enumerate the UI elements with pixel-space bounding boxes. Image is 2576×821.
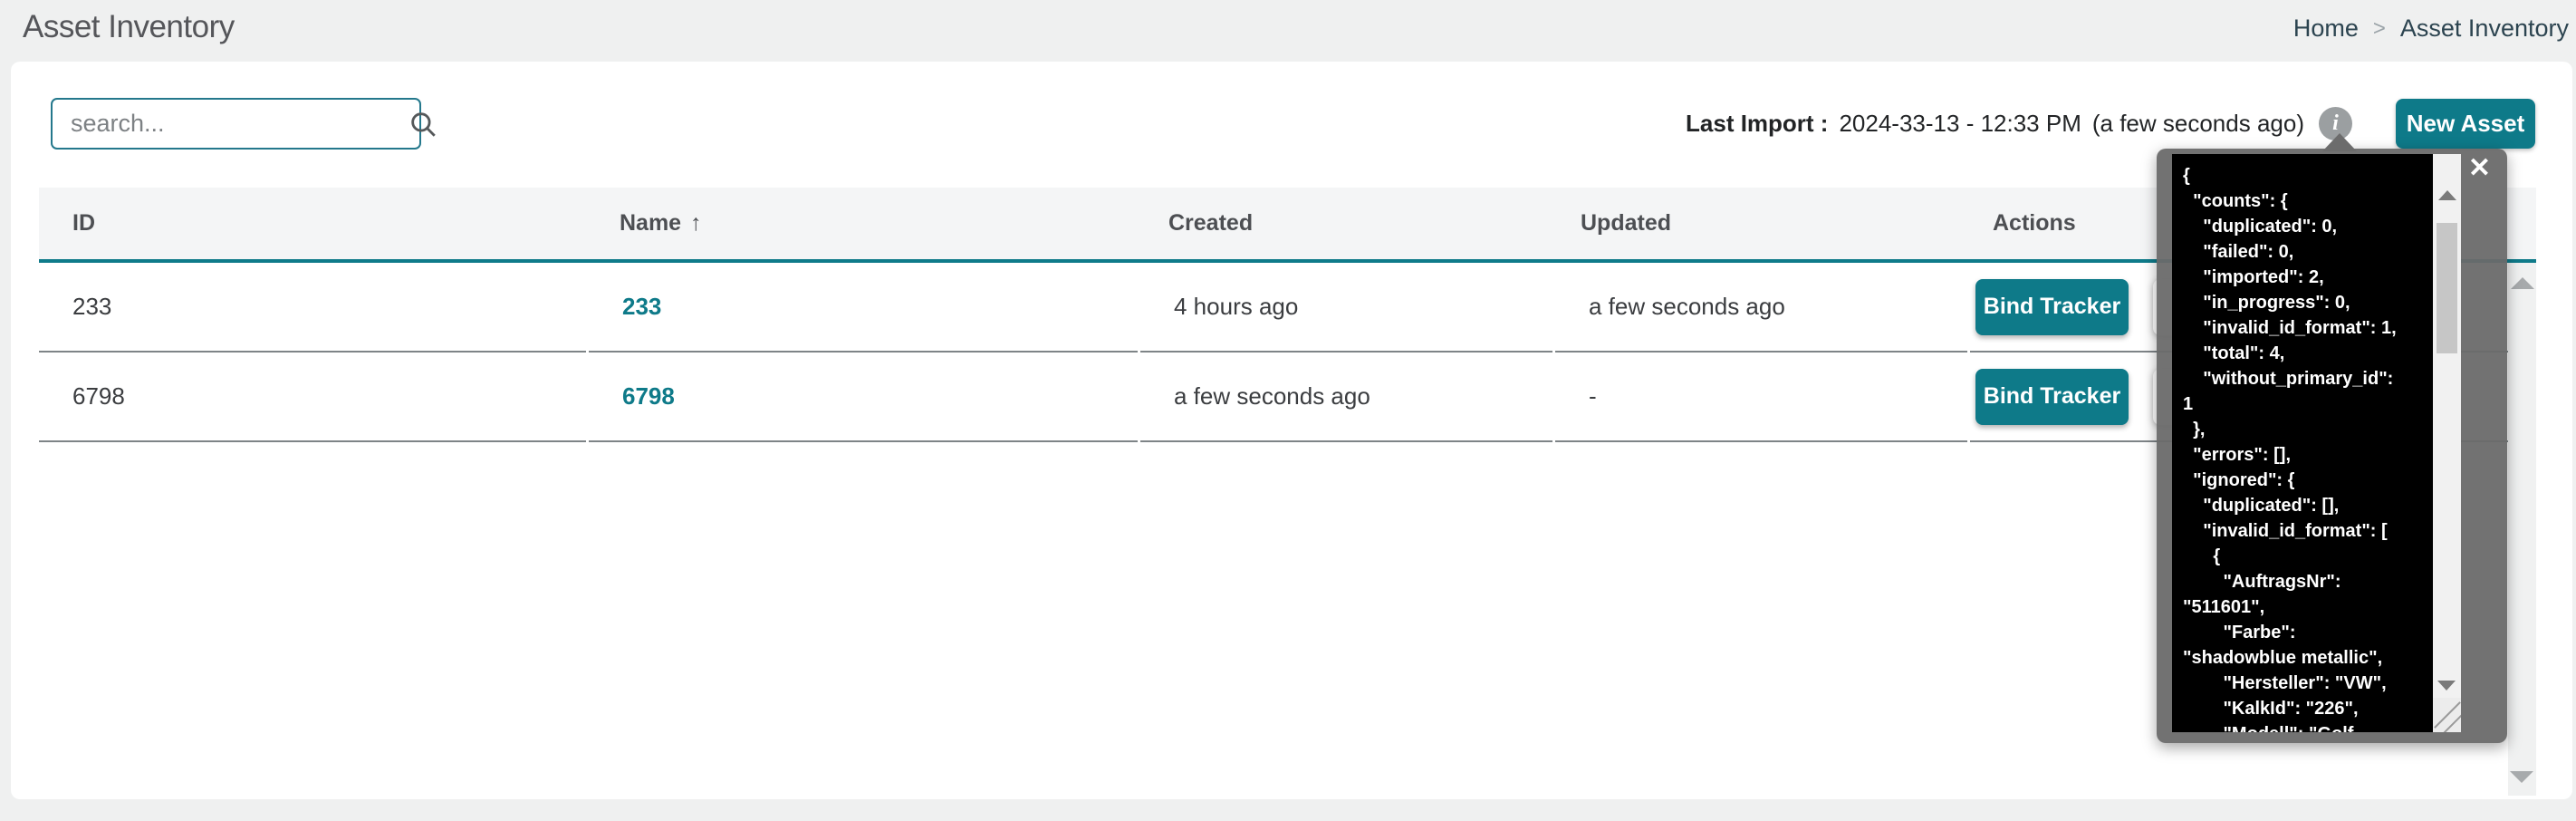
tooltip-scroll-thumb[interactable]: [2437, 223, 2457, 353]
breadcrumb-home-link[interactable]: Home: [2293, 14, 2359, 43]
column-header-created[interactable]: Created: [1135, 210, 1547, 237]
breadcrumb-current: Asset Inventory: [2400, 14, 2569, 43]
last-import-relative: (a few seconds ago): [2092, 110, 2304, 138]
page-title: Asset Inventory: [23, 9, 235, 45]
search-input[interactable]: [53, 100, 402, 148]
cell-created: 4 hours ago: [1140, 263, 1552, 353]
cell-id: 233: [39, 263, 586, 353]
search-icon[interactable]: [402, 103, 444, 145]
tooltip-close-icon[interactable]: ✕: [2468, 150, 2491, 187]
bind-tracker-button[interactable]: Bind Tracker: [1975, 369, 2129, 425]
tooltip-scroll-up-icon[interactable]: [2438, 190, 2456, 200]
textarea-resize-grip[interactable]: [2433, 698, 2461, 732]
tooltip-scrollbar[interactable]: [2433, 154, 2461, 698]
cell-id: 6798: [39, 353, 586, 442]
last-import-status: Last Import : 2024-33-13 - 12:33 PM (a f…: [1686, 110, 2304, 138]
sort-ascending-icon: ↑: [690, 210, 702, 237]
column-header-id[interactable]: ID: [39, 210, 586, 237]
last-import-value: 2024-33-13 - 12:33 PM: [1839, 110, 2081, 138]
asset-name-link[interactable]: 6798: [622, 382, 675, 410]
import-json-textarea[interactable]: { "counts": { "duplicated": 0, "failed":…: [2172, 154, 2433, 732]
scroll-down-icon[interactable]: [2510, 771, 2533, 783]
breadcrumb: Home > Asset Inventory: [2293, 14, 2569, 43]
cell-name: 233: [589, 263, 1138, 353]
search-box: [51, 98, 421, 150]
scroll-up-icon[interactable]: [2511, 277, 2534, 289]
cell-updated: -: [1555, 353, 1967, 442]
cell-name: 6798: [589, 353, 1138, 442]
table-scrollbar[interactable]: [2508, 263, 2536, 796]
cell-created: a few seconds ago: [1140, 353, 1552, 442]
tooltip-caret: [2322, 133, 2357, 151]
asset-name-link[interactable]: 233: [622, 293, 661, 321]
breadcrumb-separator: >: [2373, 16, 2386, 42]
toolbar-right: Last Import : 2024-33-13 - 12:33 PM (a f…: [1686, 98, 2535, 150]
column-header-updated[interactable]: Updated: [1547, 210, 1959, 237]
new-asset-button[interactable]: New Asset: [2396, 99, 2535, 149]
tooltip-scroll-down-icon[interactable]: [2437, 681, 2456, 691]
import-info-tooltip: { "counts": { "duplicated": 0, "failed":…: [2157, 149, 2507, 743]
last-import-label: Last Import :: [1686, 110, 1828, 138]
bind-tracker-button[interactable]: Bind Tracker: [1975, 279, 2129, 335]
cell-updated: a few seconds ago: [1555, 263, 1967, 353]
column-header-name-label: Name: [620, 210, 681, 237]
column-header-name[interactable]: Name ↑: [586, 210, 1135, 237]
